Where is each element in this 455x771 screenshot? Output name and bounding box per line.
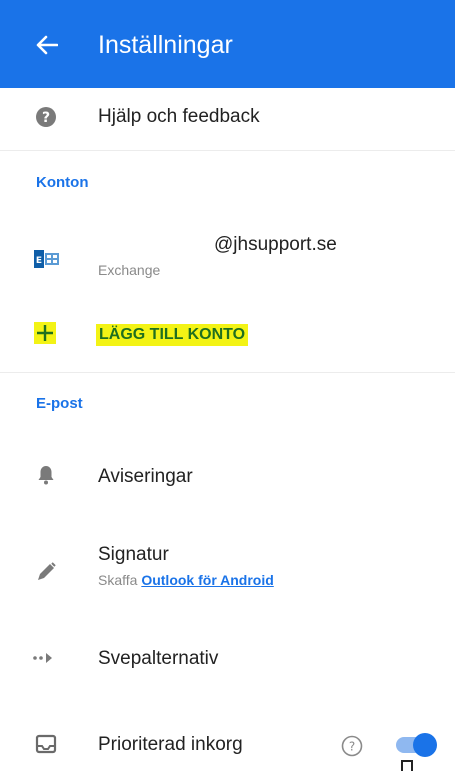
swipe-options-label: Svepalternativ [98, 648, 219, 669]
cursor-box-icon [401, 760, 413, 771]
inbox-icon [34, 732, 58, 756]
plus-icon [34, 322, 56, 344]
signature-subtext: Skaffa Outlook för Android [98, 572, 274, 588]
help-feedback-label: Hjälp och feedback [98, 106, 260, 127]
question-circle-icon[interactable]: ? [340, 734, 364, 758]
focused-inbox-toggle-knob[interactable] [413, 733, 437, 757]
add-account-label[interactable]: LÄGG TILL KONTO [96, 324, 249, 346]
swipe-arrow-icon [32, 648, 58, 668]
svg-text:?: ? [42, 110, 50, 126]
divider [0, 150, 455, 151]
help-circle-icon: ? [34, 105, 58, 129]
svg-text:E: E [36, 256, 42, 266]
app-bar: Inställningar [0, 0, 455, 88]
pen-icon [34, 560, 58, 584]
signature-sub-prefix: Skaffa [98, 572, 138, 588]
email-section-title: E-post [36, 395, 83, 412]
swipe-options-row[interactable]: Svepalternativ [0, 636, 455, 684]
accounts-section-title: Konton [36, 174, 89, 191]
notifications-row[interactable]: Aviseringar [0, 448, 455, 504]
signature-label: Signatur [98, 544, 169, 565]
help-feedback-row[interactable]: ? Hjälp och feedback [0, 88, 455, 148]
signature-row[interactable]: Signatur Skaffa Outlook för Android [0, 540, 455, 604]
outlook-exchange-icon: E [34, 248, 60, 270]
back-arrow-icon[interactable] [30, 28, 64, 62]
account-item[interactable]: E @jhsupport.se Exchange [0, 218, 455, 294]
divider [0, 372, 455, 373]
bell-icon [36, 464, 56, 486]
focused-inbox-label: Prioriterad inkorg [98, 734, 243, 755]
svg-text:?: ? [349, 740, 355, 754]
outlook-android-link[interactable]: Outlook för Android [141, 572, 273, 588]
account-email: @jhsupport.se [214, 234, 337, 255]
page-title: Inställningar [98, 31, 233, 59]
notifications-label: Aviseringar [98, 466, 193, 487]
account-type: Exchange [98, 262, 161, 278]
focused-inbox-row[interactable]: Prioriterad inkorg ? [0, 722, 455, 770]
